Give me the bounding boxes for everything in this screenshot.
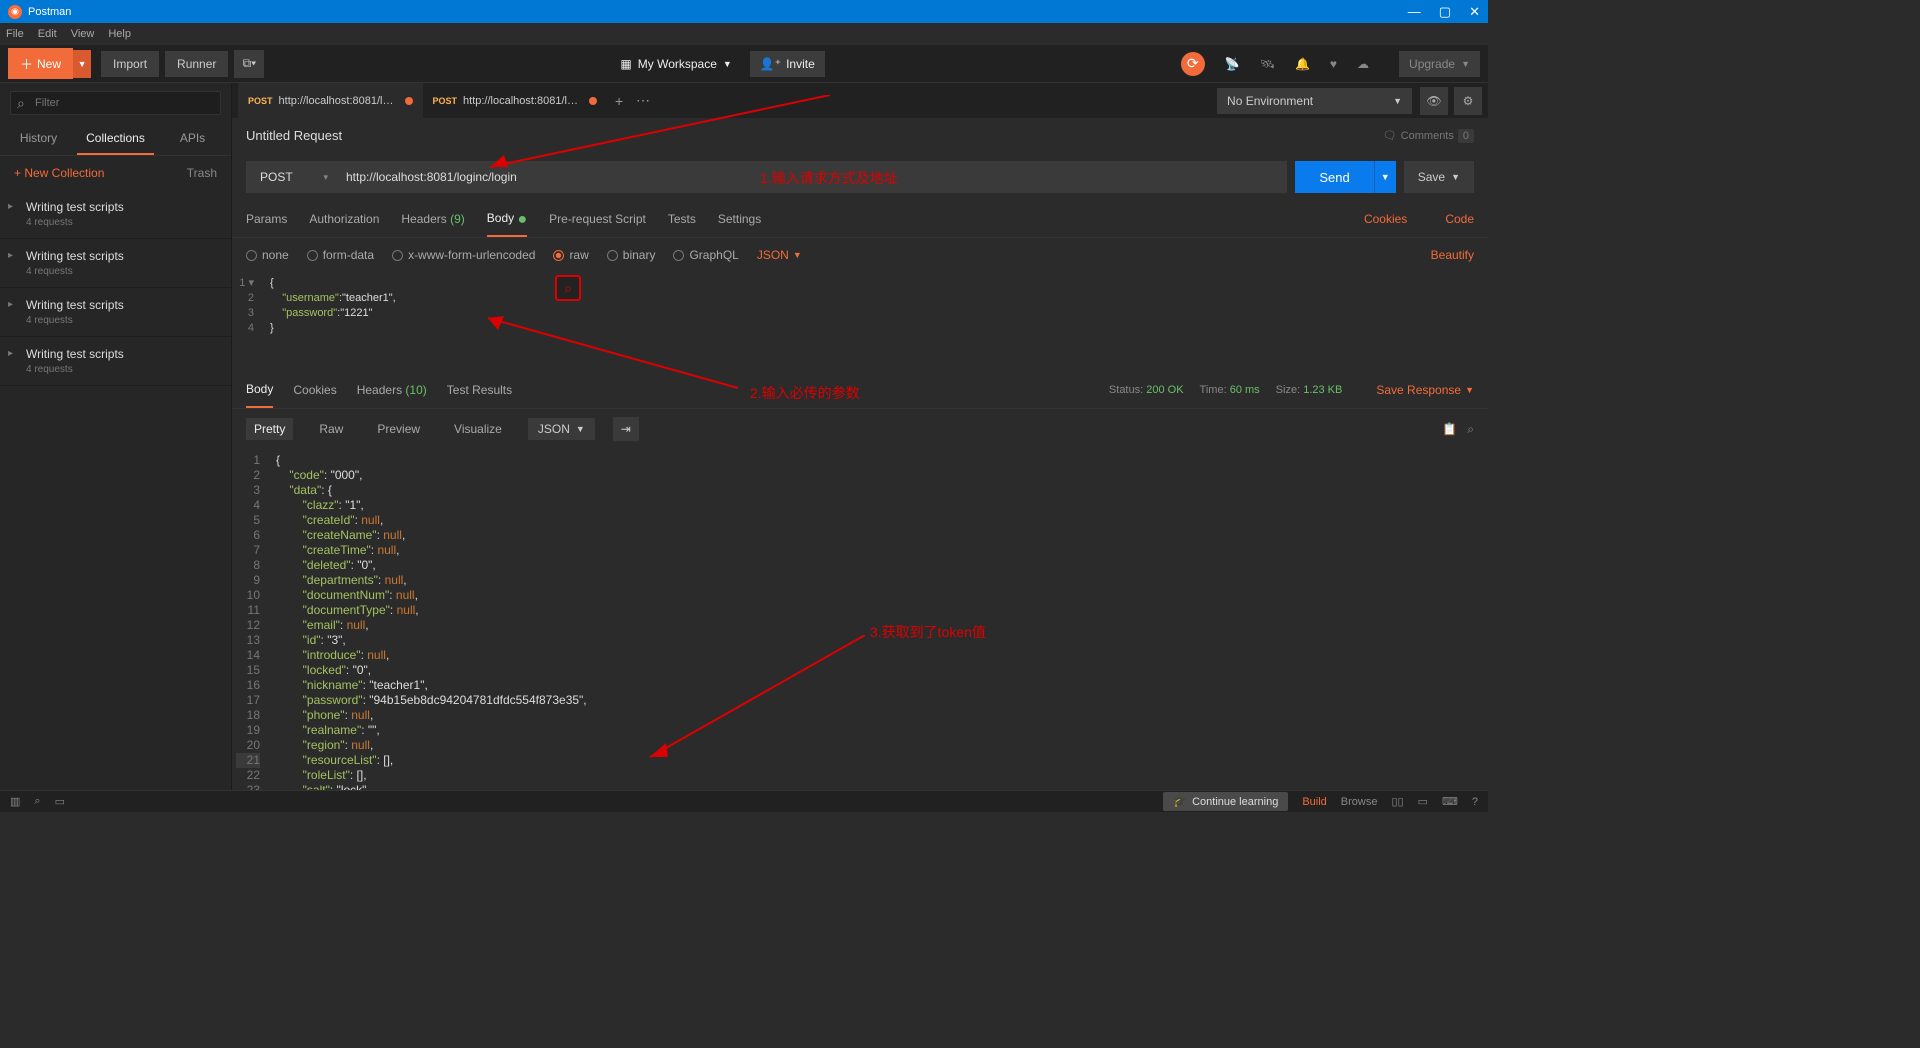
- resp-view-visualize[interactable]: Visualize: [446, 418, 510, 440]
- request-tabs: POSThttp://localhost:8081/loginc/lo...PO…: [232, 83, 1488, 118]
- tab-options-button[interactable]: ⋯: [631, 92, 655, 109]
- trash-link[interactable]: Trash: [187, 166, 217, 180]
- open-new-icon[interactable]: ⧉▾: [234, 50, 264, 78]
- tab-apis[interactable]: APIs: [154, 123, 231, 155]
- two-pane-icon[interactable]: ▯▯: [1391, 795, 1403, 808]
- new-dropdown[interactable]: ▼: [73, 50, 91, 78]
- status-bar: ▥ ⌕ ▭ 🎓 Continue learning Build Browse ▯…: [0, 790, 1488, 812]
- maximize-icon[interactable]: ▢: [1439, 4, 1451, 20]
- sync-icon[interactable]: ⟳: [1181, 52, 1205, 76]
- send-dropdown[interactable]: ▼: [1374, 161, 1396, 193]
- import-button[interactable]: Import: [101, 51, 159, 77]
- body-type-GraphQL[interactable]: GraphQL: [673, 248, 738, 262]
- manage-env-icon[interactable]: ⚙: [1454, 87, 1482, 115]
- app-title: Postman: [28, 6, 71, 18]
- send-button[interactable]: Send: [1295, 161, 1373, 193]
- request-body-editor[interactable]: 1 ▾234 { "username":"teacher1", "passwor…: [232, 272, 1488, 372]
- response-body[interactable]: 1234567891011121314151617181920212223242…: [232, 449, 1488, 790]
- save-response-button[interactable]: Save Response▼: [1376, 383, 1474, 397]
- collection-item[interactable]: Writing test scripts4 requests: [0, 337, 231, 386]
- resp-tab-cookies[interactable]: Cookies: [293, 373, 336, 407]
- main-toolbar: ＋New ▼ Import Runner ⧉▾ ▦My Workspace▼ 👤…: [0, 45, 1488, 83]
- user-icon[interactable]: ☁: [1357, 57, 1369, 71]
- resp-tab-body[interactable]: Body: [246, 372, 273, 408]
- close-icon[interactable]: ✕: [1469, 4, 1480, 20]
- request-title[interactable]: Untitled Request: [246, 128, 342, 143]
- body-type-binary[interactable]: binary: [607, 248, 656, 262]
- collection-item[interactable]: Writing test scripts4 requests: [0, 239, 231, 288]
- window-titlebar: ◉ Postman — ▢ ✕: [0, 0, 1488, 23]
- body-type-form-data[interactable]: form-data: [307, 248, 374, 262]
- console-icon[interactable]: ▭: [55, 795, 65, 808]
- method-selector[interactable]: POST: [246, 161, 336, 193]
- subtab-headers[interactable]: Headers (9): [401, 202, 464, 236]
- request-tab[interactable]: POSThttp://localhost:8081/loginc/lo...: [423, 83, 608, 118]
- search-response-icon[interactable]: ⌕: [1467, 422, 1474, 437]
- add-tab-button[interactable]: +: [607, 93, 631, 109]
- body-type-x-www-form-urlencoded[interactable]: x-www-form-urlencoded: [392, 248, 535, 262]
- heart-icon[interactable]: ♥: [1330, 57, 1337, 71]
- sidebar-toggle-icon[interactable]: ▥: [10, 795, 20, 808]
- resp-view-pretty[interactable]: Pretty: [246, 418, 293, 440]
- save-button[interactable]: Save▼: [1404, 161, 1474, 193]
- cookies-link[interactable]: Cookies: [1364, 212, 1407, 226]
- collection-item[interactable]: Writing test scripts4 requests: [0, 190, 231, 239]
- code-link[interactable]: Code: [1445, 212, 1474, 226]
- beautify-button[interactable]: Beautify: [1431, 248, 1474, 262]
- notifications-icon[interactable]: 🔔: [1295, 57, 1310, 71]
- menubar: File Edit View Help: [0, 23, 1488, 45]
- invite-button[interactable]: 👤⁺Invite: [750, 51, 825, 77]
- comments-button[interactable]: 🗨 Comments 0: [1383, 129, 1474, 143]
- build-link[interactable]: Build: [1302, 796, 1326, 808]
- new-button[interactable]: ＋New: [8, 48, 73, 79]
- preview-env-icon[interactable]: 👁: [1420, 87, 1448, 115]
- body-type-raw[interactable]: raw: [553, 248, 588, 262]
- bootcamp-button[interactable]: 🎓 Continue learning: [1163, 792, 1288, 811]
- menu-view[interactable]: View: [71, 28, 95, 40]
- panes-icon[interactable]: ▭: [1418, 795, 1428, 808]
- collection-item[interactable]: Writing test scripts4 requests: [0, 288, 231, 337]
- menu-edit[interactable]: Edit: [38, 28, 57, 40]
- upgrade-button[interactable]: Upgrade▼: [1399, 51, 1480, 77]
- body-format-selector[interactable]: JSON▼: [757, 248, 802, 262]
- subtab-authorization[interactable]: Authorization: [309, 202, 379, 236]
- find-icon[interactable]: ⌕: [34, 795, 40, 808]
- subtab-settings[interactable]: Settings: [718, 202, 761, 236]
- environment-selector[interactable]: No Environment▼: [1217, 88, 1412, 114]
- wrap-lines-icon[interactable]: ⇥: [613, 417, 639, 441]
- url-input[interactable]: [336, 161, 1287, 193]
- subtab-tests[interactable]: Tests: [668, 202, 696, 236]
- resp-format-selector[interactable]: JSON▼: [528, 418, 595, 440]
- request-tab[interactable]: POSThttp://localhost:8081/loginc/lo...: [238, 83, 423, 118]
- minimize-icon[interactable]: —: [1408, 4, 1421, 20]
- body-type-none[interactable]: none: [246, 248, 289, 262]
- subtab-prerequest[interactable]: Pre-request Script: [549, 202, 646, 236]
- postman-icon: ◉: [8, 5, 22, 19]
- menu-help[interactable]: Help: [108, 28, 131, 40]
- capture-icon[interactable]: 📡: [1225, 57, 1240, 71]
- sidebar: History Collections APIs + New Collectio…: [0, 83, 232, 790]
- menu-file[interactable]: File: [6, 28, 24, 40]
- help-icon[interactable]: ?: [1472, 796, 1478, 808]
- workspace-selector[interactable]: ▦My Workspace▼: [620, 57, 731, 71]
- tab-history[interactable]: History: [0, 123, 77, 155]
- resp-tab-headers[interactable]: Headers (10): [357, 373, 427, 407]
- browse-link[interactable]: Browse: [1341, 796, 1378, 808]
- subtab-params[interactable]: Params: [246, 202, 287, 236]
- runner-button[interactable]: Runner: [165, 51, 228, 77]
- resp-tab-tests[interactable]: Test Results: [447, 373, 512, 407]
- copy-response-icon[interactable]: 📋: [1442, 422, 1457, 437]
- response-meta: Status: 200 OK Time: 60 ms Size: 1.23 KB: [1109, 384, 1342, 396]
- resp-view-preview[interactable]: Preview: [369, 418, 428, 440]
- interceptor-icon[interactable]: 🛰: [1260, 57, 1275, 71]
- keyboard-icon[interactable]: ⌨: [1442, 795, 1458, 808]
- resp-view-raw[interactable]: Raw: [311, 418, 351, 440]
- request-content: POSThttp://localhost:8081/loginc/lo...PO…: [232, 83, 1488, 790]
- subtab-body[interactable]: Body ●: [487, 201, 527, 237]
- tab-collections[interactable]: Collections: [77, 123, 154, 155]
- new-collection-button[interactable]: + New Collection: [14, 166, 104, 180]
- filter-input[interactable]: [10, 91, 221, 115]
